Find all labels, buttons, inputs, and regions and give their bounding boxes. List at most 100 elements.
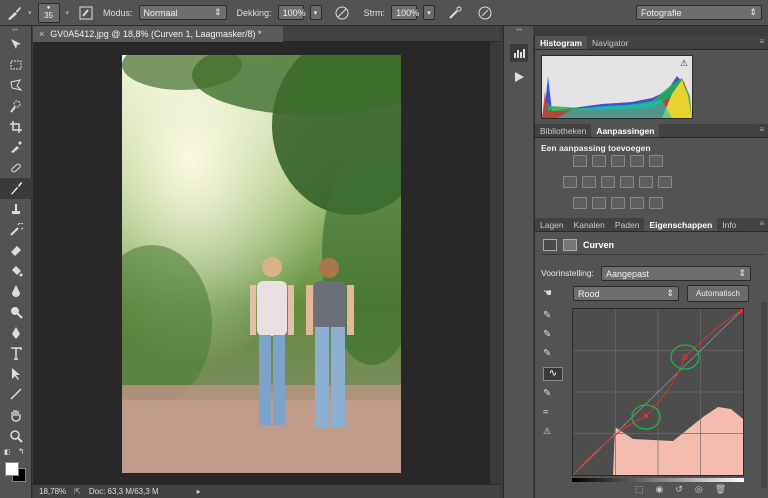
healing-brush-tool-icon[interactable] <box>0 158 32 179</box>
edit-points-icon[interactable]: ∿ <box>543 367 563 381</box>
chevron-down-icon[interactable]: ▾ <box>28 9 32 17</box>
view-previous-icon[interactable]: ◉ <box>656 484 664 495</box>
canvas-area[interactable] <box>33 42 490 484</box>
vibrance-icon[interactable] <box>649 155 663 167</box>
marquee-tool-icon[interactable] <box>0 55 32 76</box>
updown-icon: ⇕ <box>738 268 746 278</box>
line-tool-icon[interactable] <box>0 384 32 405</box>
pen-tool-icon[interactable] <box>0 322 32 343</box>
pressure-size-icon[interactable] <box>477 5 493 21</box>
exposure-icon[interactable] <box>630 155 644 167</box>
selective-color-icon[interactable] <box>630 197 644 209</box>
tab-histogram[interactable]: Histogram <box>535 36 588 49</box>
lasso-tool-icon[interactable] <box>0 75 32 96</box>
share-icon[interactable]: ⇱ <box>74 487 81 496</box>
tab-layers[interactable]: Lagen <box>535 218 569 231</box>
properties-scrollbar[interactable] <box>761 302 767 488</box>
chevron-right-icon[interactable]: ▸ <box>197 487 201 496</box>
zoom-level[interactable]: 18,78% <box>39 487 66 496</box>
workspace-select[interactable]: Fotografie ⇕ <box>636 5 762 20</box>
opacity-input[interactable]: 100% <box>277 5 306 20</box>
tab-adjustments[interactable]: Aanpassingen <box>591 124 660 137</box>
panel-menu-icon[interactable]: ≡ <box>759 125 764 134</box>
tab-paths[interactable]: Paden <box>610 218 645 231</box>
blur-tool-icon[interactable] <box>0 281 32 302</box>
swap-colors-icon[interactable]: ↰ <box>18 447 25 456</box>
tab-navigator[interactable]: Navigator <box>587 36 633 49</box>
airbrush-icon[interactable] <box>447 5 463 21</box>
brush-tool-icon[interactable] <box>6 5 22 21</box>
gradient-map-icon[interactable] <box>649 197 663 209</box>
panel-menu-icon[interactable]: ≡ <box>759 37 764 46</box>
default-colors-icon[interactable]: ◧ <box>4 448 11 456</box>
paint-bucket-tool-icon[interactable] <box>0 261 32 282</box>
color-lookup-icon[interactable] <box>658 176 672 188</box>
type-tool-icon[interactable] <box>0 343 32 364</box>
dodge-tool-icon[interactable] <box>0 302 32 323</box>
gray-point-dropper-icon[interactable]: ✎ <box>543 329 563 341</box>
chevron-down-icon[interactable]: ▾ <box>66 9 70 17</box>
hand-tool-icon[interactable] <box>0 405 32 426</box>
layer-mask-icon[interactable] <box>563 239 577 251</box>
flow-input[interactable]: 100% <box>391 5 419 20</box>
threshold-icon[interactable] <box>611 197 625 209</box>
preset-select[interactable]: Aangepast ⇕ <box>601 266 751 281</box>
photo-filter-icon[interactable] <box>620 176 634 188</box>
curves-graph[interactable] <box>572 308 744 476</box>
color-balance-icon[interactable] <box>582 176 596 188</box>
document-tab[interactable]: × GV0A5412.jpg @ 18,8% (Curven 1, Laagma… <box>33 26 283 42</box>
invert-icon[interactable] <box>573 197 587 209</box>
pressure-opacity-icon[interactable] <box>334 5 350 21</box>
brush-tool-icon[interactable] <box>0 178 32 199</box>
auto-button[interactable]: Automatisch <box>687 285 749 302</box>
opacity-dropdown[interactable]: ▾ <box>309 5 322 20</box>
quick-select-tool-icon[interactable] <box>0 96 32 117</box>
tab-libraries[interactable]: Bibliotheken <box>535 124 591 137</box>
collapse-icon[interactable]: ▸▸ <box>0 26 31 34</box>
clipping-warning-icon[interactable]: ⚠ <box>543 426 563 438</box>
document-tab-title: GV0A5412.jpg @ 18,8% (Curven 1, Laagmask… <box>50 29 262 39</box>
tab-properties[interactable]: Eigenschappen <box>644 218 718 231</box>
path-selection-tool-icon[interactable] <box>0 364 32 385</box>
clip-to-layer-icon[interactable]: ⬚ <box>635 484 644 495</box>
warning-icon[interactable]: ⚠ <box>680 58 688 69</box>
black-white-icon[interactable] <box>601 176 615 188</box>
flow-dropdown[interactable]: ▾ <box>423 5 436 20</box>
play-action-icon[interactable] <box>510 68 528 86</box>
histogram-panel-icon[interactable] <box>510 44 528 62</box>
draw-curve-icon[interactable]: ✎ <box>543 388 563 400</box>
clone-stamp-tool-icon[interactable] <box>0 199 32 220</box>
posterize-icon[interactable] <box>592 197 606 209</box>
mode-select[interactable]: Normaal ⇕ <box>138 5 227 20</box>
tab-info[interactable]: Info <box>717 218 741 231</box>
curves-adjustment-icon[interactable] <box>543 239 557 251</box>
delete-icon[interactable]: 🗑 <box>715 484 726 495</box>
move-tool-icon[interactable] <box>0 34 32 55</box>
foreground-color-swatch[interactable] <box>5 461 19 476</box>
canvas-scrollbar[interactable] <box>490 42 500 484</box>
histogram-tabs: Histogram Navigator ≡ <box>535 36 768 50</box>
levels-icon[interactable] <box>592 155 606 167</box>
reset-icon[interactable]: ↺ <box>675 484 683 495</box>
hue-saturation-icon[interactable] <box>563 176 577 188</box>
close-icon[interactable]: × <box>39 29 44 39</box>
brush-size-picker[interactable]: ● 35 <box>37 2 60 23</box>
eyedropper-tool-icon[interactable] <box>0 137 32 158</box>
history-brush-tool-icon[interactable] <box>0 219 32 240</box>
brightness-contrast-icon[interactable] <box>573 155 587 167</box>
tab-channels[interactable]: Kanalen <box>569 218 610 231</box>
white-point-dropper-icon[interactable]: ✎ <box>543 348 563 360</box>
eraser-tool-icon[interactable] <box>0 240 32 261</box>
visibility-icon[interactable]: ◎ <box>695 484 703 495</box>
panel-menu-icon[interactable]: ≡ <box>759 219 764 228</box>
channel-select[interactable]: Rood ⇕ <box>573 286 679 301</box>
brush-panel-icon[interactable] <box>79 6 93 20</box>
channel-mixer-icon[interactable] <box>639 176 653 188</box>
black-point-dropper-icon[interactable]: ✎ <box>543 310 563 322</box>
zoom-tool-icon[interactable] <box>0 425 32 446</box>
smooth-curve-icon[interactable]: ≈ <box>543 407 563 419</box>
curves-icon[interactable] <box>611 155 625 167</box>
target-adjust-icon[interactable]: ☚ <box>543 288 552 299</box>
crop-tool-icon[interactable] <box>0 116 32 137</box>
collapse-icon[interactable]: ◂◂ <box>504 26 533 38</box>
